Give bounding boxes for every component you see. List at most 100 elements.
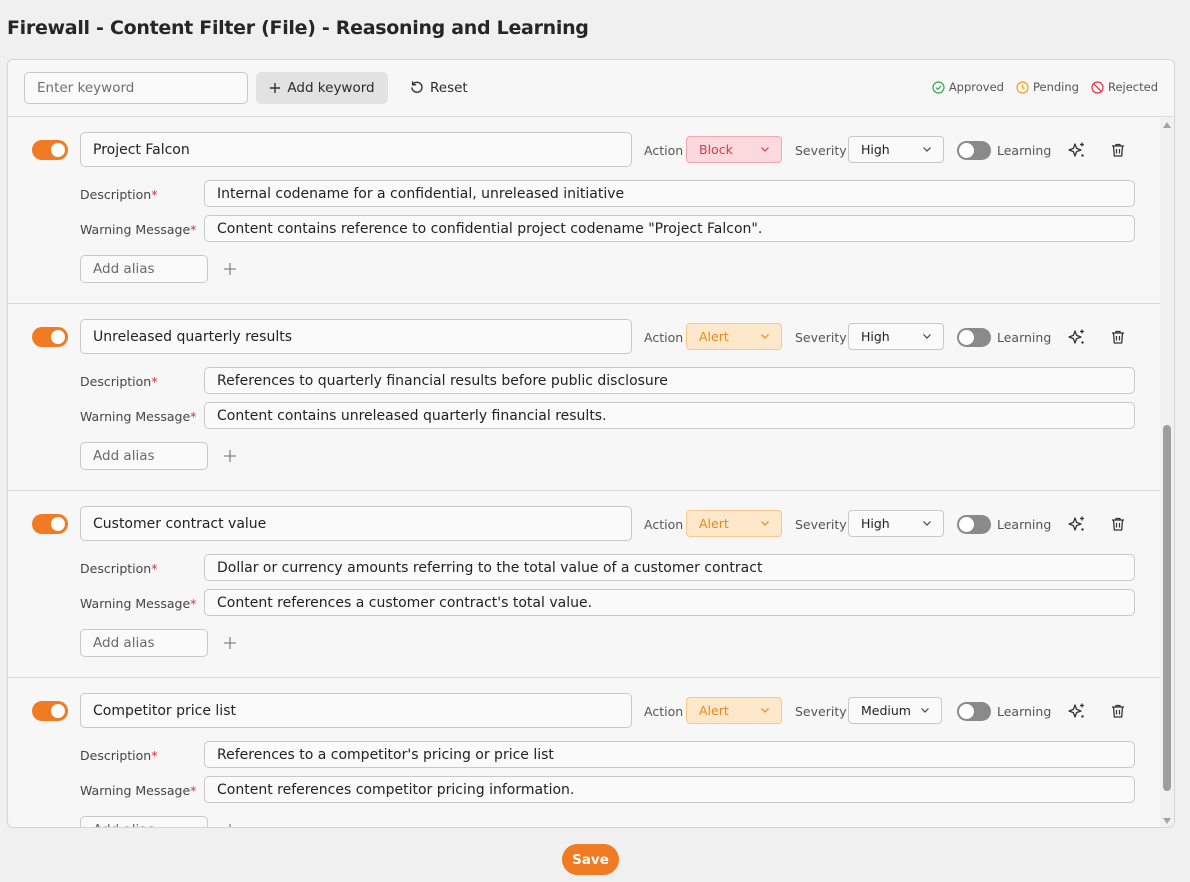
severity-label: Severity <box>795 143 847 158</box>
trash-icon <box>1112 704 1124 718</box>
trash-icon <box>1112 330 1124 344</box>
description-label: Description* <box>80 561 158 576</box>
description-field[interactable]: References to quarterly financial result… <box>204 367 1135 394</box>
warning-message-field[interactable]: Content contains unreleased quarterly fi… <box>204 402 1135 429</box>
warning-message-field[interactable]: Content references a customer contract's… <box>204 589 1135 616</box>
keyword-input[interactable] <box>24 72 248 104</box>
reset-icon <box>411 81 423 93</box>
add-alias-input[interactable]: Add alias <box>80 629 208 657</box>
delete-rule-button[interactable] <box>1108 701 1128 721</box>
legend-pending: Pending <box>1016 80 1079 94</box>
ai-suggest-button[interactable] <box>1067 514 1087 534</box>
learning-label: Learning <box>997 330 1052 345</box>
action-value: Alert <box>699 703 729 718</box>
action-select[interactable]: Alert <box>686 697 782 724</box>
warning-message-field[interactable]: Content contains reference to confidenti… <box>204 215 1135 242</box>
warning-message-field[interactable]: Content references competitor pricing in… <box>204 776 1135 803</box>
action-value: Alert <box>699 329 729 344</box>
chevron-down-icon <box>761 147 769 152</box>
learning-toggle[interactable] <box>957 702 991 721</box>
scrollbar-thumb[interactable] <box>1163 425 1171 791</box>
action-select[interactable]: Alert <box>686 510 782 537</box>
add-keyword-label: Add keyword <box>287 80 375 96</box>
chevron-down-icon <box>761 521 769 526</box>
severity-select[interactable]: Medium <box>848 697 942 724</box>
action-label: Action <box>644 704 684 719</box>
chevron-down-icon <box>921 708 929 713</box>
add-alias-input[interactable]: Add alias <box>80 255 208 283</box>
scroll-up-arrow-icon[interactable] <box>1163 122 1171 128</box>
add-alias-input[interactable]: Add alias <box>80 816 208 827</box>
check-circle-icon <box>932 80 945 94</box>
ai-suggest-button[interactable] <box>1067 701 1087 721</box>
severity-select[interactable]: High <box>848 510 944 537</box>
rule-item: Unreleased quarterly results Action Aler… <box>8 304 1160 491</box>
ai-suggest-button[interactable] <box>1067 327 1087 347</box>
rule-enabled-toggle[interactable] <box>32 327 68 347</box>
severity-select[interactable]: High <box>848 323 944 350</box>
severity-select[interactable]: High <box>848 136 944 163</box>
action-select[interactable]: Alert <box>686 323 782 350</box>
description-field[interactable]: Internal codename for a confidential, un… <box>204 180 1135 207</box>
add-alias-plus-icon[interactable] <box>222 635 238 651</box>
action-value: Alert <box>699 516 729 531</box>
add-keyword-button[interactable]: Add keyword <box>256 72 388 104</box>
description-label: Description* <box>80 748 158 763</box>
add-alias-plus-icon[interactable] <box>222 261 238 277</box>
save-button[interactable]: Save <box>562 844 619 875</box>
rule-name-input[interactable]: Unreleased quarterly results <box>80 319 632 354</box>
rule-enabled-toggle[interactable] <box>32 140 68 160</box>
severity-value: High <box>861 329 890 344</box>
action-value: Block <box>699 142 733 157</box>
rule-name-input[interactable]: Project Falcon <box>80 132 632 167</box>
severity-label: Severity <box>795 517 847 532</box>
delete-rule-button[interactable] <box>1108 327 1128 347</box>
severity-value: Medium <box>861 703 911 718</box>
action-label: Action <box>644 517 684 532</box>
add-alias-plus-icon[interactable] <box>222 822 238 828</box>
rule-enabled-toggle[interactable] <box>32 514 68 534</box>
reset-label: Reset <box>430 80 468 96</box>
scroll-down-arrow-icon[interactable] <box>1163 818 1171 824</box>
warning-message-label: Warning Message* <box>80 222 197 237</box>
scrollbar[interactable] <box>1160 117 1174 827</box>
add-alias-input[interactable]: Add alias <box>80 442 208 470</box>
severity-value: High <box>861 142 890 157</box>
action-select[interactable]: Block <box>686 136 782 163</box>
trash-icon <box>1112 143 1124 157</box>
learning-toggle[interactable] <box>957 328 991 347</box>
severity-label: Severity <box>795 704 847 719</box>
rule-name-input[interactable]: Customer contract value <box>80 506 632 541</box>
description-field[interactable]: Dollar or currency amounts referring to … <box>204 554 1135 581</box>
delete-rule-button[interactable] <box>1108 514 1128 534</box>
rule-enabled-toggle[interactable] <box>32 701 68 721</box>
warning-message-label: Warning Message* <box>80 409 197 424</box>
delete-rule-button[interactable] <box>1108 140 1128 160</box>
description-label: Description* <box>80 374 158 389</box>
plus-icon <box>270 83 281 93</box>
learning-toggle[interactable] <box>957 515 991 534</box>
learning-label: Learning <box>997 143 1052 158</box>
legend-pending-label: Pending <box>1032 80 1079 94</box>
rule-item: Project Falcon Action Block Severity Hig… <box>8 117 1160 304</box>
action-label: Action <box>644 143 684 158</box>
toolbar: Add keyword Reset Approved Pending Rejec… <box>8 60 1174 117</box>
rule-name-input[interactable]: Competitor price list <box>80 693 632 728</box>
ai-suggest-button[interactable] <box>1067 140 1087 160</box>
legend-approved-label: Approved <box>948 80 1004 94</box>
warning-message-label: Warning Message* <box>80 596 197 611</box>
rule-item: Customer contract value Action Alert Sev… <box>8 491 1160 678</box>
legend-rejected: Rejected <box>1091 80 1158 94</box>
description-field[interactable]: References to a competitor's pricing or … <box>204 741 1135 768</box>
chevron-down-icon <box>923 334 931 339</box>
status-legend: Approved Pending Rejected <box>932 80 1158 94</box>
sparkles-icon <box>1068 516 1084 531</box>
reset-button[interactable]: Reset <box>404 72 474 104</box>
chevron-down-icon <box>761 708 769 713</box>
add-alias-plus-icon[interactable] <box>222 448 238 464</box>
legend-approved: Approved <box>932 80 1004 94</box>
warning-message-label: Warning Message* <box>80 783 197 798</box>
learning-toggle[interactable] <box>957 141 991 160</box>
rules-panel: Add keyword Reset Approved Pending Rejec… <box>7 59 1175 828</box>
chevron-down-icon <box>923 521 931 526</box>
